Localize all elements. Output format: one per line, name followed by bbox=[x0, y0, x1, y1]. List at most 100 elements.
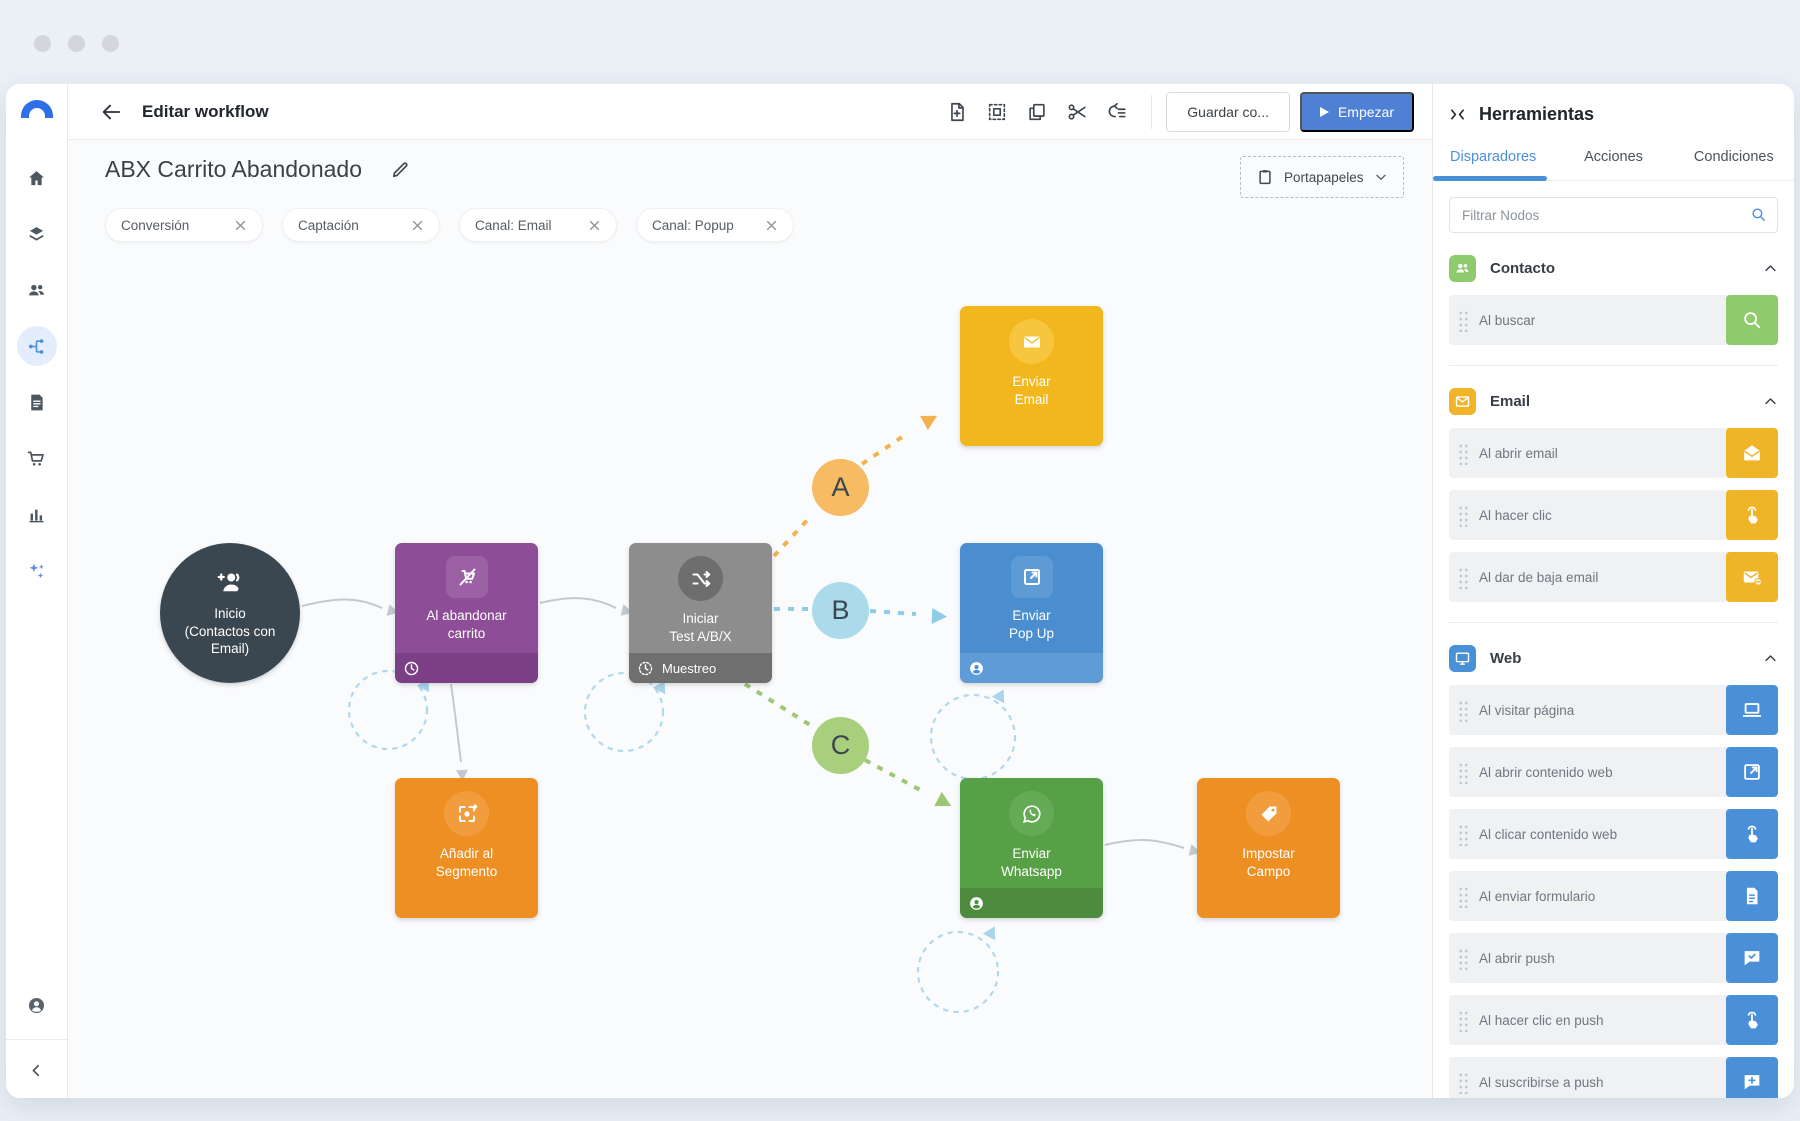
desktop: { "colors": { "accent_blue": "#4a90d9", … bbox=[0, 0, 1800, 1121]
sidebar-item-layers[interactable] bbox=[17, 214, 57, 254]
drag-handle-icon[interactable] bbox=[1458, 699, 1469, 722]
tag-canal-popup: Canal: Popup bbox=[636, 208, 794, 242]
click-icon bbox=[1726, 809, 1778, 859]
drag-handle-icon[interactable] bbox=[1458, 885, 1469, 908]
chevron-up-icon bbox=[1763, 651, 1778, 666]
remove-tag-button[interactable] bbox=[411, 219, 424, 232]
node-enviar-whatsapp[interactable]: Enviar Whatsapp bbox=[960, 778, 1103, 918]
trigger-al-hacer-clic-en-push[interactable]: Al hacer clic en push bbox=[1449, 995, 1778, 1045]
branch-c[interactable]: C bbox=[812, 717, 869, 774]
drag-handle-icon[interactable] bbox=[1458, 947, 1469, 970]
sidebar-collapse-button[interactable] bbox=[17, 1050, 57, 1090]
back-button[interactable] bbox=[94, 95, 128, 129]
section-header-email[interactable]: Email bbox=[1449, 388, 1778, 415]
panel-collapse-button[interactable] bbox=[1449, 106, 1466, 123]
play-icon bbox=[1320, 107, 1329, 117]
sidebar-item-home[interactable] bbox=[17, 158, 57, 198]
bar-chart-icon bbox=[26, 504, 47, 525]
window-dot-3[interactable] bbox=[102, 35, 119, 52]
clock-dashed-icon bbox=[637, 660, 654, 677]
workflow-name: ABX Carrito Abandonado bbox=[105, 156, 362, 183]
sidebar-item-store[interactable] bbox=[17, 438, 57, 478]
contact-icon bbox=[1449, 255, 1476, 282]
sidebar-item-contacts[interactable] bbox=[17, 270, 57, 310]
node-anadir-al-segmento[interactable]: Añadir al Segmento bbox=[395, 778, 538, 918]
history-button[interactable] bbox=[1097, 92, 1137, 132]
node-label: Enviar Email bbox=[960, 373, 1103, 408]
trigger-al-abrir-email[interactable]: Al abrir email bbox=[1449, 428, 1778, 478]
remove-tag-button[interactable] bbox=[234, 219, 247, 232]
trigger-al-clicar-contenido-web[interactable]: Al clicar contenido web bbox=[1449, 809, 1778, 859]
start-workflow-button[interactable]: Empezar bbox=[1300, 92, 1414, 132]
person-badge-icon bbox=[968, 660, 985, 677]
drag-handle-icon[interactable] bbox=[1458, 566, 1469, 589]
sidebar-item-stats[interactable] bbox=[17, 494, 57, 534]
trigger-al-suscribirse-a-push[interactable]: Al suscribirse a push bbox=[1449, 1057, 1778, 1098]
window-dot-2[interactable] bbox=[68, 35, 85, 52]
segment-icon bbox=[444, 791, 489, 836]
remove-tag-button[interactable] bbox=[588, 219, 601, 232]
trigger-al-abrir-push[interactable]: Al abrir push bbox=[1449, 933, 1778, 983]
drag-handle-icon[interactable] bbox=[1458, 761, 1469, 784]
trigger-al-abrir-contenido-web[interactable]: Al abrir contenido web bbox=[1449, 747, 1778, 797]
sparkles-icon bbox=[26, 560, 47, 581]
trigger-al-dar-de-baja-email[interactable]: Al dar de baja email bbox=[1449, 552, 1778, 602]
chevron-up-icon bbox=[1763, 261, 1778, 276]
tag-captacion: Captación bbox=[282, 208, 440, 242]
node-impostar-campo[interactable]: Impostar Campo bbox=[1197, 778, 1340, 918]
toolbar-divider bbox=[1151, 95, 1152, 129]
workflow-icon bbox=[26, 336, 47, 357]
scissors-icon bbox=[1066, 101, 1088, 123]
drag-handle-icon[interactable] bbox=[1458, 823, 1469, 846]
node-footer bbox=[960, 653, 1103, 683]
node-enviar-email[interactable]: Enviar Email bbox=[960, 306, 1103, 446]
collapse-icon bbox=[1449, 106, 1466, 123]
tab-disparadores[interactable]: Disparadores bbox=[1433, 137, 1553, 180]
branch-a[interactable]: A bbox=[812, 459, 869, 516]
drag-handle-icon[interactable] bbox=[1458, 1071, 1469, 1094]
trigger-al-hacer-clic[interactable]: Al hacer clic bbox=[1449, 490, 1778, 540]
trigger-al-visitar-pagina[interactable]: Al visitar página bbox=[1449, 685, 1778, 735]
section-header-contacto[interactable]: Contacto bbox=[1449, 255, 1778, 282]
trigger-al-enviar-formulario[interactable]: Al enviar formulario bbox=[1449, 871, 1778, 921]
copy-icon bbox=[1026, 101, 1048, 123]
chevron-up-icon bbox=[1763, 394, 1778, 409]
node-enviar-popup[interactable]: Enviar Pop Up bbox=[960, 543, 1103, 683]
clipboard-dropdown[interactable]: Portapapeles bbox=[1240, 156, 1404, 198]
drag-handle-icon[interactable] bbox=[1458, 309, 1469, 332]
trigger-al-buscar[interactable]: Al buscar bbox=[1449, 295, 1778, 345]
sidebar-item-workflows[interactable] bbox=[17, 326, 57, 366]
save-copy-button[interactable]: Guardar co... bbox=[1166, 92, 1290, 132]
sidebar-item-ai[interactable] bbox=[17, 550, 57, 590]
section-header-web[interactable]: Web bbox=[1449, 645, 1778, 672]
filter-nodes-input[interactable] bbox=[1449, 197, 1778, 233]
sidebar-item-documents[interactable] bbox=[17, 382, 57, 422]
edit-name-button[interactable] bbox=[390, 160, 410, 180]
monitor-icon bbox=[1449, 645, 1476, 672]
node-label: Iniciar Test A/B/X bbox=[629, 610, 772, 645]
workflow-canvas[interactable]: ABX Carrito Abandonado Conversión Captac… bbox=[68, 140, 1432, 1098]
node-al-abandonar-carrito[interactable]: Al abandonar carrito bbox=[395, 543, 538, 683]
select-area-button[interactable] bbox=[977, 92, 1017, 132]
node-iniciar-test-abx[interactable]: Iniciar Test A/B/X Muestreo bbox=[629, 543, 772, 683]
document-icon bbox=[26, 392, 47, 413]
tab-condiciones[interactable]: Condiciones bbox=[1674, 137, 1794, 180]
node-inicio[interactable]: Inicio (Contactos con Email) bbox=[160, 543, 300, 683]
node-footer bbox=[960, 888, 1103, 918]
duplicate-button[interactable] bbox=[1017, 92, 1057, 132]
cart-off-icon bbox=[446, 556, 488, 598]
drag-handle-icon[interactable] bbox=[1458, 442, 1469, 465]
new-node-button[interactable] bbox=[937, 92, 977, 132]
remove-tag-button[interactable] bbox=[765, 219, 778, 232]
close-icon bbox=[411, 219, 424, 232]
tab-acciones[interactable]: Acciones bbox=[1553, 137, 1673, 180]
drag-handle-icon[interactable] bbox=[1458, 504, 1469, 527]
page-title: Editar workflow bbox=[142, 102, 269, 122]
flow-list-icon bbox=[1106, 101, 1128, 123]
sidebar-item-account[interactable] bbox=[17, 985, 57, 1025]
window-dot-1[interactable] bbox=[34, 35, 51, 52]
cut-button[interactable] bbox=[1057, 92, 1097, 132]
chevron-left-icon bbox=[26, 1060, 47, 1081]
drag-handle-icon[interactable] bbox=[1458, 1009, 1469, 1032]
branch-b[interactable]: B bbox=[812, 582, 869, 639]
